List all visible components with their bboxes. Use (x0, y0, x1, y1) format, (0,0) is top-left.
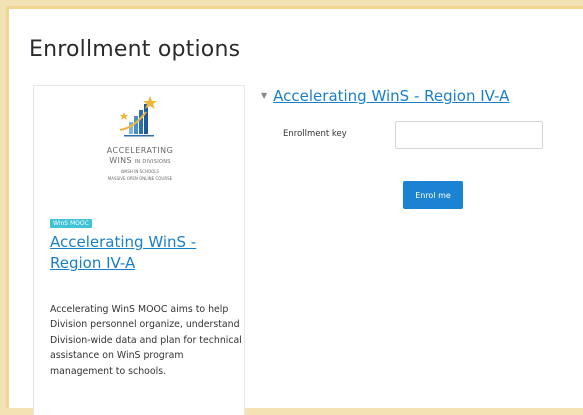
logo-text-line2-main: WINS (109, 156, 132, 165)
page-frame: Enrollment options ACCELERATING WINS IN … (6, 6, 583, 415)
enrolment-section-title[interactable]: Accelerating WinS - Region IV-A (273, 87, 509, 105)
logo-text-line1: ACCELERATING (106, 146, 174, 155)
enrolment-section-heading[interactable]: ▼ Accelerating WinS - Region IV-A (261, 87, 509, 105)
course-logo: ACCELERATING WINS IN DIVISIONS WASH IN S… (34, 94, 246, 202)
course-card: ACCELERATING WINS IN DIVISIONS WASH IN S… (33, 85, 245, 415)
caret-down-icon[interactable]: ▼ (261, 91, 267, 100)
logo-text-line4: MASSIVE OPEN ONLINE COURSE (107, 176, 173, 181)
enrolment-key-label: Enrollment key (283, 129, 347, 139)
course-name-link[interactable]: Accelerating WinS - Region IV-A (50, 232, 240, 274)
bar-chart-star-logo-icon (119, 96, 157, 137)
logo-text-line3: WASH IN SCHOOLS (120, 169, 160, 174)
logo-text-line2-small: IN DIVISIONS (134, 159, 171, 165)
course-category-badge[interactable]: WinS MOOC (50, 219, 92, 228)
logo-text-line2: WINS IN DIVISIONS (34, 156, 246, 165)
course-summary: Accelerating WinS MOOC aims to help Divi… (50, 304, 242, 377)
enrol-me-button[interactable]: Enrol me (403, 181, 463, 209)
page-title: Enrollment options (29, 37, 241, 62)
enrolment-panel: ▼ Accelerating WinS - Region IV-A Enrollm… (255, 85, 583, 415)
enrolment-key-input[interactable] (395, 121, 543, 149)
